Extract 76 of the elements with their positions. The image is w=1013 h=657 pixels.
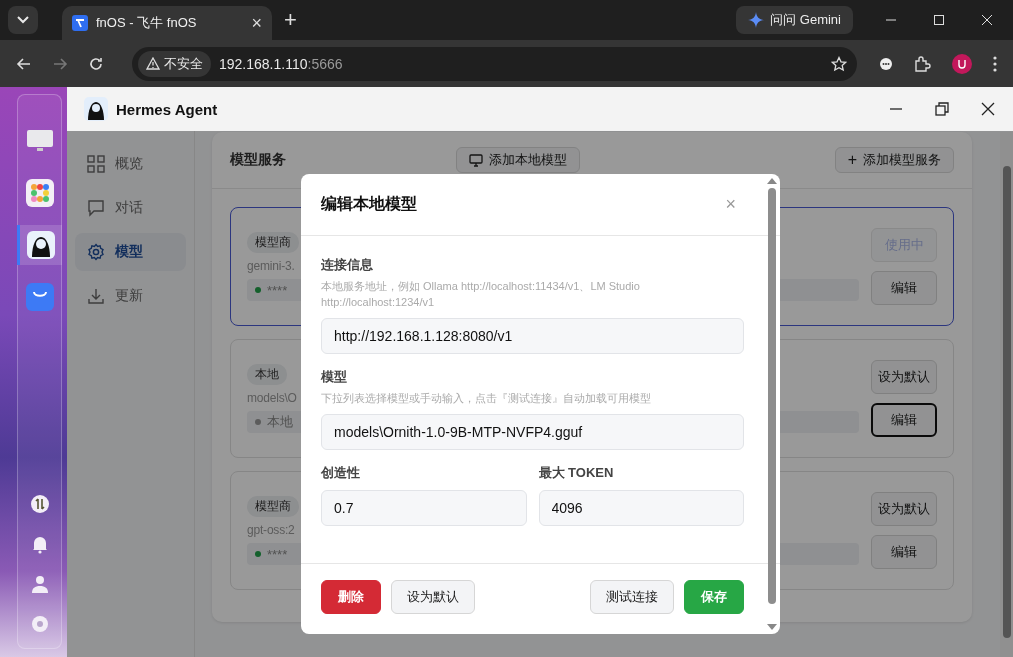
forward-icon[interactable] <box>52 55 68 72</box>
status-text: **** <box>267 282 288 298</box>
sparkle-icon <box>748 12 765 28</box>
nav-item[interactable]: 更新 <box>75 277 186 315</box>
field-label: 最大 TOKEN <box>538 464 614 482</box>
warning-icon <box>146 57 160 70</box>
chat-bubble-icon[interactable] <box>879 56 893 71</box>
field-label: 模型 <box>321 368 347 386</box>
restore-icon[interactable] <box>935 102 949 116</box>
monitor-icon <box>469 153 483 167</box>
app-title: Hermes Agent <box>116 100 219 118</box>
transfer-icon[interactable] <box>29 494 50 514</box>
card-tag: 本地 <box>247 364 287 385</box>
app-grid-icon <box>25 179 54 207</box>
tab-title: fnOS - 飞牛 fnOS <box>96 14 198 32</box>
scrollbar[interactable] <box>766 178 778 630</box>
reload-icon[interactable] <box>88 55 104 72</box>
avatar-icon[interactable] <box>951 52 973 75</box>
status-text: 本地 <box>267 413 293 431</box>
close-icon[interactable] <box>981 102 995 116</box>
card-button[interactable]: 设为默认 <box>871 360 937 394</box>
dock-item[interactable] <box>17 225 62 265</box>
security-chip[interactable]: 不安全 <box>138 50 211 77</box>
app-logo-icon <box>84 97 108 121</box>
field-label: 连接信息 <box>321 256 373 274</box>
chat-icon <box>87 199 105 217</box>
scroll-down-icon[interactable] <box>767 624 777 630</box>
card-button[interactable]: 编辑 <box>871 271 937 305</box>
field-hint: 本地服务地址，例如 Ollama http://localhost:11434/v1、LM Studio http://localhost:1234/v1 <box>321 279 641 310</box>
scroll-up-icon[interactable] <box>767 178 777 184</box>
input-field[interactable]: 0.7 <box>321 490 527 526</box>
scrollbar[interactable] <box>1000 132 1013 657</box>
card-tag: 模型商 <box>247 496 299 517</box>
section-title: 模型服务 <box>230 151 286 169</box>
card-model: models\O <box>247 391 297 405</box>
nav-item[interactable]: 概览 <box>75 145 186 183</box>
card-button[interactable]: 编辑 <box>871 403 937 437</box>
address-bar[interactable]: 不安全 192.168.1.110:5666 <box>132 46 857 81</box>
nav-item[interactable]: 对话 <box>75 189 186 227</box>
dialog-button[interactable]: 删除 <box>321 580 381 614</box>
add-service-button[interactable]: + 添加模型服务 <box>834 147 954 173</box>
tab-close-button[interactable]: × <box>251 12 262 34</box>
favicon-icon <box>72 15 88 31</box>
dialog-button[interactable]: 测试连接 <box>590 580 674 614</box>
menu-icon[interactable] <box>993 55 997 72</box>
dialog-button[interactable]: 设为默认 <box>391 580 475 614</box>
card-button[interactable]: 编辑 <box>871 535 937 569</box>
card-model: gemini-3. <box>247 259 295 273</box>
field-hint: 下拉列表选择模型或手动输入，点击『测试连接』自动加载可用模型 <box>321 391 651 406</box>
card-tag: 模型商 <box>247 232 299 253</box>
input-field[interactable]: 4096 <box>538 490 744 526</box>
chevron-down-icon <box>17 16 29 24</box>
back-icon[interactable] <box>16 55 32 72</box>
dialog-title: 编辑本地模型 <box>321 194 417 214</box>
new-tab-button[interactable]: + <box>284 7 297 33</box>
store-bag-icon <box>25 283 54 311</box>
add-local-model-button[interactable]: 添加本地模型 <box>456 147 580 173</box>
gemini-button[interactable]: 问问 Gemini <box>736 6 853 34</box>
bookmark-star-icon[interactable] <box>831 55 847 72</box>
address-text: 192.168.1.110:5666 <box>219 55 344 72</box>
extensions-icon[interactable] <box>913 54 931 73</box>
agent-avatar-icon <box>27 231 55 259</box>
download-icon <box>87 287 105 305</box>
input-field[interactable]: models\Ornith-1.0-9B-MTP-NVFP4.gguf <box>321 414 744 450</box>
user-icon[interactable] <box>29 574 50 594</box>
tab-search-button[interactable] <box>8 6 38 34</box>
grid-icon <box>87 155 105 173</box>
maximize-icon[interactable] <box>933 14 945 26</box>
field-label: 创造性 <box>321 464 360 482</box>
status-text: **** <box>267 546 288 562</box>
card-button[interactable]: 设为默认 <box>871 492 937 526</box>
dialog-button[interactable]: 保存 <box>684 580 744 614</box>
input-field[interactable]: http://192.168.1.128:8080/v1 <box>321 318 744 354</box>
card-model: gpt-oss:2 <box>247 523 295 537</box>
browser-tab[interactable]: fnOS - 飞牛 fnOS × <box>62 6 272 40</box>
nav-item[interactable]: 模型 <box>75 233 186 271</box>
